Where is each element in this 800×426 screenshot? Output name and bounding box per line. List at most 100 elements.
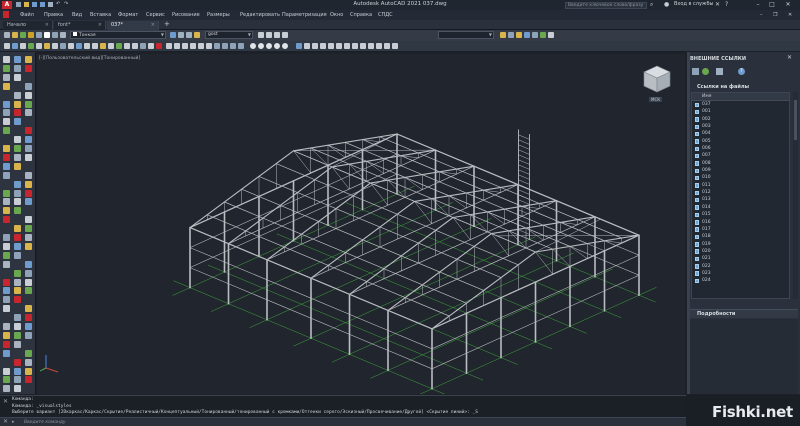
palette-tool-icon[interactable]	[14, 340, 21, 348]
minimize-button[interactable]: –	[752, 0, 764, 10]
ucs-z-icon[interactable]	[384, 43, 390, 49]
hatch-icon[interactable]	[44, 43, 50, 49]
palette-tool-icon[interactable]	[25, 314, 32, 322]
palette-tool-icon[interactable]	[25, 153, 32, 161]
user-icon[interactable]: ●	[664, 1, 669, 8]
layer-iso-icon[interactable]	[178, 32, 184, 38]
layer-previous-icon[interactable]	[52, 32, 58, 38]
palette-tool-icon[interactable]	[25, 100, 32, 108]
palette-tool-icon[interactable]	[3, 118, 10, 126]
iso-sw-icon[interactable]	[214, 43, 220, 49]
refresh-icon[interactable]	[702, 68, 709, 75]
palette-tool-icon[interactable]	[3, 145, 10, 152]
palette-tool-icon[interactable]	[3, 127, 10, 135]
list-item[interactable]: 005	[692, 138, 789, 145]
palette-tool-icon[interactable]	[3, 296, 10, 304]
palette-tool-icon[interactable]	[14, 189, 21, 197]
palette-tool-icon[interactable]	[14, 198, 21, 206]
ucs-face-icon[interactable]	[320, 43, 326, 49]
palette-tool-icon[interactable]	[3, 376, 10, 384]
list-item[interactable]: 003	[692, 123, 789, 130]
visual-style-realistic-icon[interactable]	[274, 43, 280, 49]
palette-tool-icon[interactable]	[3, 251, 10, 259]
palette-tool-icon[interactable]	[14, 331, 21, 339]
list-item[interactable]: 024	[692, 277, 789, 284]
palette-tool-icon[interactable]	[14, 296, 21, 304]
palette-tool-icon[interactable]	[3, 278, 10, 286]
rotate-icon[interactable]	[100, 43, 106, 49]
palette-tool-icon[interactable]	[14, 287, 21, 295]
list-scrollbar[interactable]	[793, 92, 798, 299]
lightbulb-icon[interactable]	[500, 32, 506, 38]
palette-tool-icon[interactable]	[3, 367, 10, 375]
menu-spds[interactable]: СПДС	[378, 12, 393, 18]
palette-tool-icon[interactable]	[25, 127, 32, 135]
palette-tool-icon[interactable]	[14, 207, 21, 215]
palette-tool-icon[interactable]	[3, 216, 10, 224]
panel-close-icon[interactable]: ✕	[787, 54, 792, 61]
menu-file[interactable]: Файл	[20, 12, 34, 18]
menu-dimension[interactable]: Размеры	[207, 12, 230, 18]
list-item[interactable]: 014	[692, 204, 789, 211]
customize-icon[interactable]: ✕	[3, 418, 8, 425]
palette-tool-icon[interactable]	[25, 376, 32, 384]
layer-lock-icon[interactable]	[36, 32, 42, 38]
menu-parametric[interactable]: Параметризация	[282, 12, 327, 18]
palette-tool-icon[interactable]	[25, 323, 32, 330]
ucs-world-icon[interactable]	[304, 43, 310, 49]
wcs-menu[interactable]: МСК	[649, 97, 663, 102]
palette-tool-icon[interactable]	[3, 56, 10, 63]
palette-tool-icon[interactable]	[3, 100, 10, 108]
close-icon[interactable]: ✕	[3, 398, 8, 405]
visual-style-hidden-icon[interactable]	[266, 43, 272, 49]
palette-tool-icon[interactable]	[14, 64, 21, 72]
palette-tool-icon[interactable]	[25, 269, 32, 277]
fillet-icon[interactable]	[140, 43, 146, 49]
extend-icon[interactable]	[132, 43, 138, 49]
palette-tool-icon[interactable]	[25, 305, 32, 313]
dim-style-icon[interactable]	[266, 32, 272, 38]
layer-combo[interactable]: Тонкая ▼	[70, 31, 166, 39]
palette-tool-icon[interactable]	[3, 323, 10, 330]
palette-tool-icon[interactable]	[3, 198, 10, 206]
ucs-x-icon[interactable]	[368, 43, 374, 49]
list-item[interactable]: 037	[692, 101, 789, 108]
ucs-3point-icon[interactable]	[360, 43, 366, 49]
ucs-apply-icon[interactable]	[392, 43, 398, 49]
workspace-combo[interactable]: ▼	[438, 31, 494, 39]
palette-tool-icon[interactable]	[25, 216, 32, 224]
polyline-icon[interactable]	[12, 43, 18, 49]
column-header-name[interactable]: Имя	[692, 93, 789, 101]
list-item[interactable]: 022	[692, 263, 789, 270]
list-item[interactable]: 013	[692, 196, 789, 203]
view-left-icon[interactable]	[182, 43, 188, 49]
palette-tool-icon[interactable]	[25, 287, 32, 295]
palette-tool-icon[interactable]	[3, 82, 10, 90]
palette-tool-icon[interactable]	[14, 153, 21, 161]
menu-edit[interactable]: Правка	[44, 12, 63, 18]
palette-tool-icon[interactable]	[14, 278, 21, 286]
list-item[interactable]: 017	[692, 226, 789, 233]
palette-tool-icon[interactable]	[25, 358, 32, 366]
attach-dwg-icon[interactable]	[692, 68, 699, 75]
table-style-icon[interactable]	[274, 32, 280, 38]
viewcube[interactable]	[640, 62, 674, 102]
ucs-icon[interactable]	[296, 43, 302, 49]
palette-tool-icon[interactable]	[14, 109, 21, 117]
layer-match-icon[interactable]	[60, 32, 66, 38]
palette-tool-icon[interactable]	[3, 287, 10, 295]
list-item[interactable]: 023	[692, 270, 789, 277]
mirror-icon[interactable]	[108, 43, 114, 49]
menu-format[interactable]: Формат	[118, 12, 138, 18]
visual-style-conceptual-icon[interactable]	[282, 43, 288, 49]
palette-tool-icon[interactable]	[14, 145, 21, 152]
palette-tool-icon[interactable]	[14, 234, 21, 241]
palette-tool-icon[interactable]	[14, 73, 21, 81]
change-path-icon[interactable]	[716, 68, 723, 75]
palette-tool-icon[interactable]	[25, 64, 32, 72]
list-item[interactable]: 011	[692, 182, 789, 189]
palette-tool-icon[interactable]	[25, 145, 32, 152]
palette-tool-icon[interactable]	[3, 340, 10, 348]
view-back-icon[interactable]	[206, 43, 212, 49]
view-front-icon[interactable]	[198, 43, 204, 49]
